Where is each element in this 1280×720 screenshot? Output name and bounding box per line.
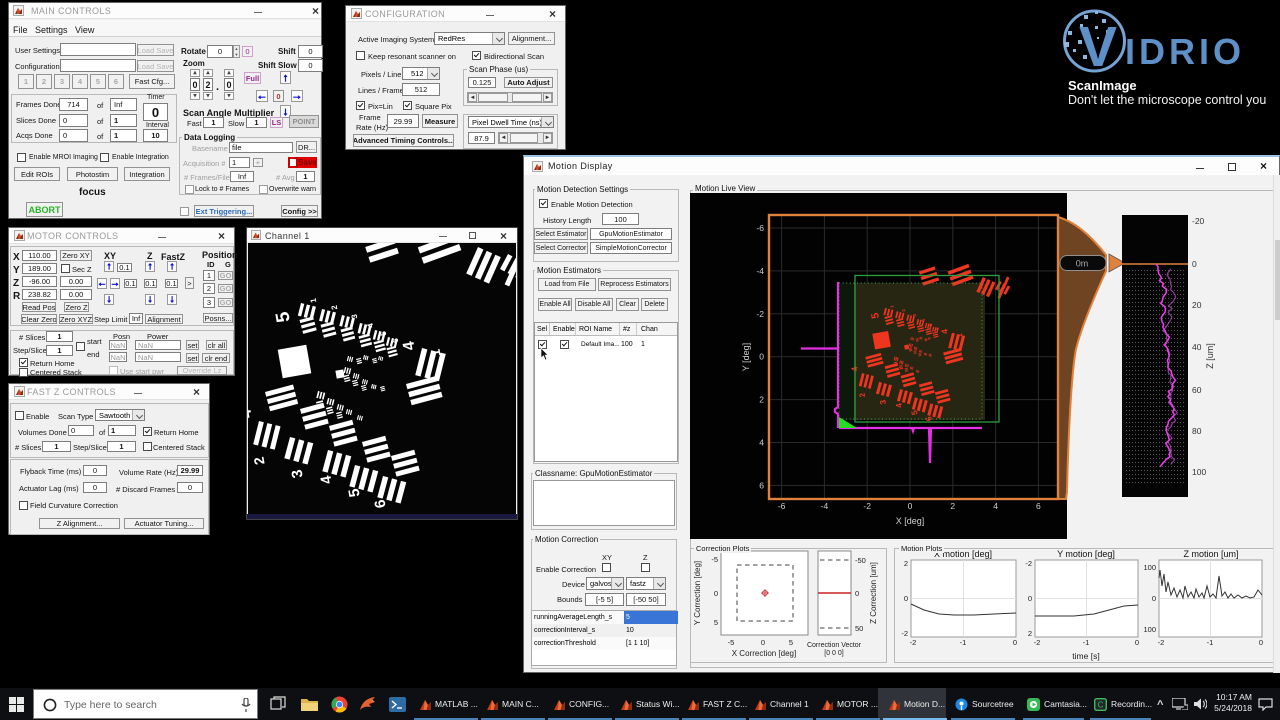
svg-text:5: 5 bbox=[714, 618, 718, 627]
svg-text:-4: -4 bbox=[821, 501, 829, 511]
svg-text:-4: -4 bbox=[756, 266, 764, 276]
svg-text:Y Correction [deg]: Y Correction [deg] bbox=[693, 561, 702, 625]
svg-text:X Correction [deg]: X Correction [deg] bbox=[732, 649, 796, 658]
svg-text:-1: -1 bbox=[1207, 638, 1214, 647]
svg-text:0: 0 bbox=[1028, 594, 1032, 603]
svg-text:-2: -2 bbox=[756, 309, 764, 319]
svg-text:time [s]: time [s] bbox=[1072, 651, 1099, 661]
svg-text:-2: -2 bbox=[1158, 638, 1165, 647]
svg-text:6: 6 bbox=[759, 480, 764, 490]
svg-text:-2: -2 bbox=[910, 638, 917, 647]
svg-text:2: 2 bbox=[759, 395, 764, 405]
svg-text:-1: -1 bbox=[1083, 638, 1090, 647]
svg-text:-2: -2 bbox=[1034, 638, 1041, 647]
svg-text:5: 5 bbox=[789, 638, 793, 647]
svg-text:20: 20 bbox=[1192, 300, 1202, 310]
svg-text:0: 0 bbox=[1259, 638, 1263, 647]
svg-text:60: 60 bbox=[1192, 385, 1202, 395]
svg-text:2: 2 bbox=[904, 559, 908, 568]
svg-text:4: 4 bbox=[993, 501, 998, 511]
svg-text:-6: -6 bbox=[778, 501, 786, 511]
svg-text:-20: -20 bbox=[1192, 216, 1205, 226]
svg-text:100: 100 bbox=[1192, 467, 1206, 477]
svg-text:4: 4 bbox=[759, 438, 764, 448]
svg-text:Y motion [deg]: Y motion [deg] bbox=[1057, 549, 1115, 559]
svg-text:Z Correction [um]: Z Correction [um] bbox=[869, 562, 878, 624]
svg-text:0: 0 bbox=[759, 352, 764, 362]
svg-text:0: 0 bbox=[904, 594, 908, 603]
svg-text:Z motion [um]: Z motion [um] bbox=[1183, 549, 1238, 559]
svg-text:Y [deg]: Y [deg] bbox=[741, 343, 751, 371]
svg-text:-2: -2 bbox=[1025, 559, 1032, 568]
svg-text:X [deg]: X [deg] bbox=[896, 516, 925, 526]
svg-text:[0 0 0]: [0 0 0] bbox=[824, 650, 844, 657]
svg-text:C: C bbox=[1098, 701, 1104, 710]
svg-text:-1: -1 bbox=[960, 638, 967, 647]
svg-text:0: 0 bbox=[908, 501, 913, 511]
svg-text:0: 0 bbox=[1152, 594, 1156, 603]
svg-text:80: 80 bbox=[1192, 426, 1202, 436]
svg-text:2: 2 bbox=[950, 501, 955, 511]
svg-text:0: 0 bbox=[1135, 638, 1139, 647]
svg-text:0: 0 bbox=[761, 638, 765, 647]
svg-text:40: 40 bbox=[1192, 342, 1202, 352]
svg-text:0: 0 bbox=[855, 589, 859, 598]
svg-text:0m: 0m bbox=[1076, 259, 1089, 269]
svg-text:-2: -2 bbox=[901, 629, 908, 638]
svg-text:Z [um]: Z [um] bbox=[1205, 343, 1215, 369]
svg-text:0: 0 bbox=[1013, 638, 1017, 647]
svg-text:-6: -6 bbox=[756, 223, 764, 233]
svg-text:-2: -2 bbox=[863, 501, 871, 511]
svg-text:0: 0 bbox=[1192, 259, 1197, 269]
svg-text:IDRIO: IDRIO bbox=[1125, 31, 1245, 72]
svg-text:6: 6 bbox=[1036, 501, 1041, 511]
svg-text:100: 100 bbox=[1143, 563, 1156, 572]
svg-text:-50: -50 bbox=[855, 556, 866, 565]
svg-text:-5: -5 bbox=[711, 555, 718, 564]
svg-text:V: V bbox=[1079, 15, 1117, 79]
svg-text:-5: -5 bbox=[728, 638, 735, 647]
svg-text:0: 0 bbox=[714, 589, 718, 598]
svg-text:2: 2 bbox=[1028, 629, 1032, 638]
svg-text:Correction Vector: Correction Vector bbox=[807, 642, 862, 649]
svg-text:50: 50 bbox=[855, 624, 863, 633]
svg-text:100: 100 bbox=[1143, 625, 1156, 634]
